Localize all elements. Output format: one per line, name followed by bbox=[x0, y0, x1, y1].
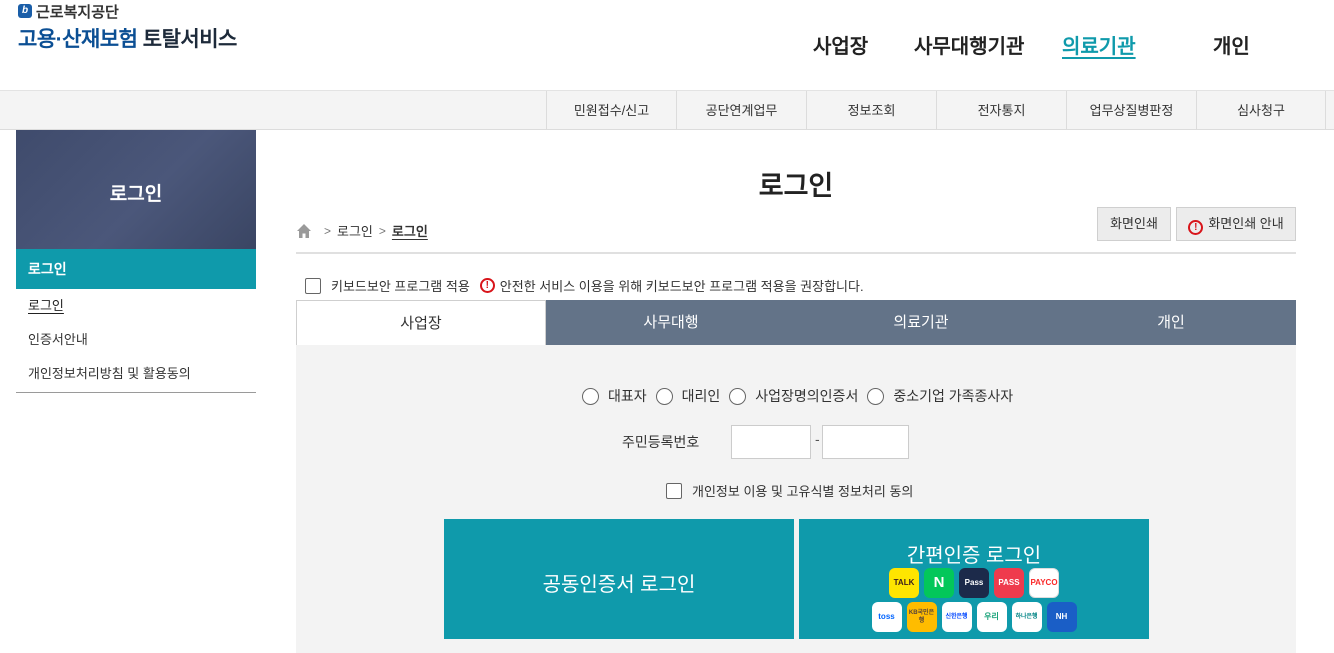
print-guide-button[interactable]: ! 화면인쇄 안내 bbox=[1176, 207, 1296, 241]
comwel-logo-icon: b bbox=[18, 4, 32, 18]
samsung-pass-icon[interactable]: Pass bbox=[959, 568, 989, 598]
nh-bank-icon[interactable]: NH bbox=[1046, 602, 1077, 632]
nav-medical[interactable]: 의료기관 bbox=[1062, 30, 1136, 59]
woori-icon[interactable]: 우리 bbox=[976, 602, 1007, 632]
main-nav: 사업장 사무대행기관 의료기관 개인 bbox=[0, 30, 1334, 60]
subnav-linked-work[interactable]: 공단연계업무 bbox=[676, 91, 806, 130]
sidebar-banner: 로그인 bbox=[16, 130, 256, 249]
rrn-back-input[interactable] bbox=[822, 425, 909, 459]
keyboard-security-checkbox[interactable] bbox=[305, 277, 321, 294]
divider bbox=[296, 252, 1296, 254]
hana-bank-icon[interactable]: 하나은행 bbox=[1011, 602, 1042, 632]
breadcrumb: > 로그인 > 로그인 bbox=[296, 221, 428, 240]
pass-icon[interactable]: PASS bbox=[994, 568, 1024, 598]
sidebar-banner-title: 로그인 bbox=[109, 184, 163, 205]
nav-workplace[interactable]: 사업장 bbox=[813, 30, 868, 59]
alert-icon: ! bbox=[479, 278, 495, 293]
login-role-radios: 대표자 대리인 사업장명의인증서 중소기업 가족종사자 bbox=[582, 386, 1022, 406]
kakaotalk-icon[interactable]: TALK bbox=[889, 568, 919, 598]
site-header: b 근로복지공단 고용·산재보험 토탈서비스 사업장 사무대행기관 의료기관 개… bbox=[0, 0, 1334, 90]
simple-auth-apps-row: toss KB국민은행 신한은행 우리 하나은행 NH bbox=[799, 602, 1149, 632]
rrn-label: 주민등록번호 bbox=[622, 434, 700, 450]
radio-label: 대표자 bbox=[608, 388, 647, 404]
sidebar-item-login[interactable]: 로그인 bbox=[16, 289, 256, 323]
rrn-dash: - bbox=[815, 431, 820, 447]
breadcrumb-item[interactable]: 로그인 bbox=[337, 221, 373, 240]
tab-workplace[interactable]: 사업장 bbox=[296, 300, 546, 345]
page-title: 로그인 bbox=[758, 171, 834, 201]
keyboard-security-notice: 안전한 서비스 이용을 위해 키보드보안 프로그램 적용을 권장합니다. bbox=[499, 279, 864, 294]
kb-bank-icon[interactable]: KB국민은행 bbox=[906, 602, 937, 632]
print-button[interactable]: 화면인쇄 bbox=[1097, 207, 1171, 241]
radio-label: 대리인 bbox=[681, 388, 721, 404]
keyboard-security-row: 키보드보안 프로그램 적용 ! 안전한 서비스 이용을 위해 키보드보안 프로그… bbox=[305, 276, 864, 295]
sub-nav: 민원접수/신고 공단연계업무 정보조회 전자통지 업무상질병판정 심사청구 bbox=[0, 90, 1334, 130]
radio-representative[interactable] bbox=[582, 387, 599, 405]
consent-checkbox[interactable] bbox=[666, 482, 682, 499]
payco-icon[interactable]: PAYCO bbox=[1029, 568, 1059, 598]
sidebar-item-privacy-policy[interactable]: 개인정보처리방침 및 활용동의 bbox=[16, 357, 256, 391]
breadcrumb-current[interactable]: 로그인 bbox=[392, 221, 428, 240]
tab-medical[interactable]: 의료기관 bbox=[796, 300, 1046, 345]
login-type-tabs: 사업장 사무대행 의료기관 개인 bbox=[296, 300, 1296, 345]
radio-agent[interactable] bbox=[655, 387, 673, 405]
subnav-e-notice[interactable]: 전자통지 bbox=[936, 91, 1066, 130]
subnav-info-lookup[interactable]: 정보조회 bbox=[806, 91, 936, 130]
subnav-civil-complaint[interactable]: 민원접수/신고 bbox=[546, 91, 676, 130]
radio-family-worker[interactable] bbox=[867, 387, 885, 405]
joint-cert-login-button[interactable]: 공동인증서 로그인 bbox=[444, 519, 794, 639]
keyboard-security-label: 키보드보안 프로그램 적용 bbox=[331, 279, 470, 294]
tab-agency[interactable]: 사무대행 bbox=[546, 300, 796, 345]
toss-icon[interactable]: toss bbox=[871, 602, 902, 632]
nav-agency[interactable]: 사무대행기관 bbox=[914, 30, 1024, 59]
subnav-review-request[interactable]: 심사청구 bbox=[1196, 91, 1326, 130]
rrn-front-input[interactable] bbox=[731, 425, 811, 459]
sidebar-menu: 로그인 인증서안내 개인정보처리방침 및 활용동의 bbox=[16, 289, 256, 393]
consent-label: 개인정보 이용 및 고유식별 정보처리 동의 bbox=[692, 484, 914, 499]
home-icon[interactable] bbox=[296, 223, 312, 239]
tab-individual[interactable]: 개인 bbox=[1046, 300, 1296, 345]
chevron-right-icon: > bbox=[378, 223, 386, 238]
org-name: b 근로복지공단 bbox=[18, 2, 237, 21]
shinhan-bank-icon[interactable]: 신한은행 bbox=[941, 602, 972, 632]
subnav-disease-judgment[interactable]: 업무상질병판정 bbox=[1066, 91, 1196, 130]
radio-label: 사업장명의인증서 bbox=[755, 388, 859, 404]
radio-label: 중소기업 가족종사자 bbox=[893, 388, 1014, 404]
alert-icon: ! bbox=[1188, 220, 1204, 235]
simple-auth-login-button[interactable]: 간편인증 로그인 TALK N Pass PASS PAYCO toss KB국… bbox=[799, 519, 1149, 639]
simple-auth-apps-row: TALK N Pass PASS PAYCO bbox=[799, 568, 1149, 598]
sidebar-menu-heading: 로그인 bbox=[16, 249, 256, 289]
sidebar-item-cert-guide[interactable]: 인증서안내 bbox=[16, 323, 256, 357]
chevron-right-icon: > bbox=[324, 223, 332, 238]
radio-business-cert[interactable] bbox=[729, 387, 747, 405]
naver-icon[interactable]: N bbox=[924, 568, 954, 598]
consent-row: 개인정보 이용 및 고유식별 정보처리 동의 bbox=[666, 481, 913, 500]
nav-individual[interactable]: 개인 bbox=[1213, 30, 1250, 59]
